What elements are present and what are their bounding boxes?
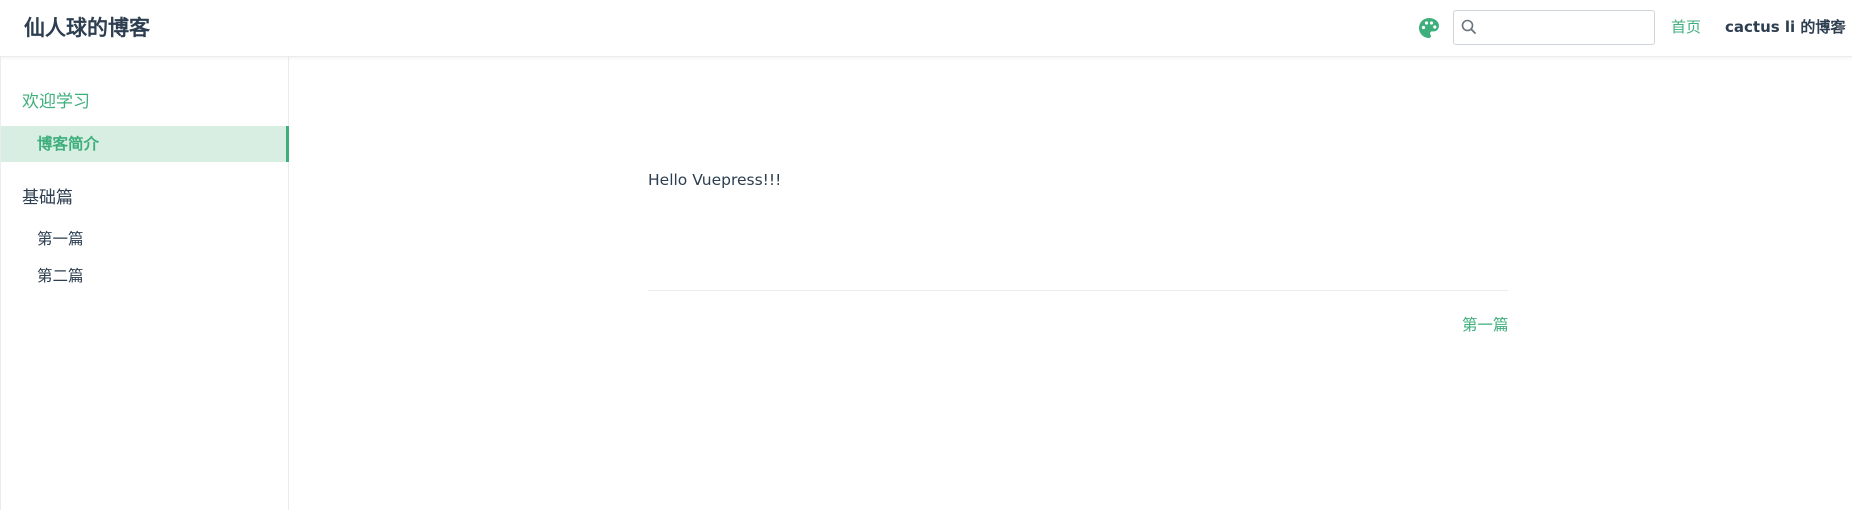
sidebar-group-basics[interactable]: 基础篇	[22, 186, 73, 210]
sidebar-item-first[interactable]: 第一篇	[1, 221, 289, 257]
sidebar-group-welcome[interactable]: 欢迎学习	[22, 90, 90, 114]
palette-icon[interactable]	[1417, 16, 1441, 40]
sidebar: 欢迎学习 博客简介 基础篇 第一篇 第二篇	[0, 57, 289, 510]
sidebar-item-blog-intro[interactable]: 博客简介	[1, 126, 289, 162]
site-title[interactable]: 仙人球的博客	[24, 13, 150, 43]
nav-dropdown-blog[interactable]: cactus li 的博客	[1725, 16, 1845, 38]
search-icon	[1461, 19, 1476, 34]
nav-link-home[interactable]: 首页	[1671, 16, 1701, 38]
divider	[648, 290, 1508, 291]
search-input[interactable]	[1485, 11, 1650, 44]
sidebar-item-second[interactable]: 第二篇	[1, 258, 289, 294]
navbar: 仙人球的博客 首页 cactus li 的博客	[0, 0, 1852, 57]
page-content: Hello Vuepress!!!	[648, 171, 782, 189]
chevron-down-icon[interactable]	[1836, 25, 1846, 31]
next-page-link[interactable]: 第一篇	[1462, 313, 1509, 337]
